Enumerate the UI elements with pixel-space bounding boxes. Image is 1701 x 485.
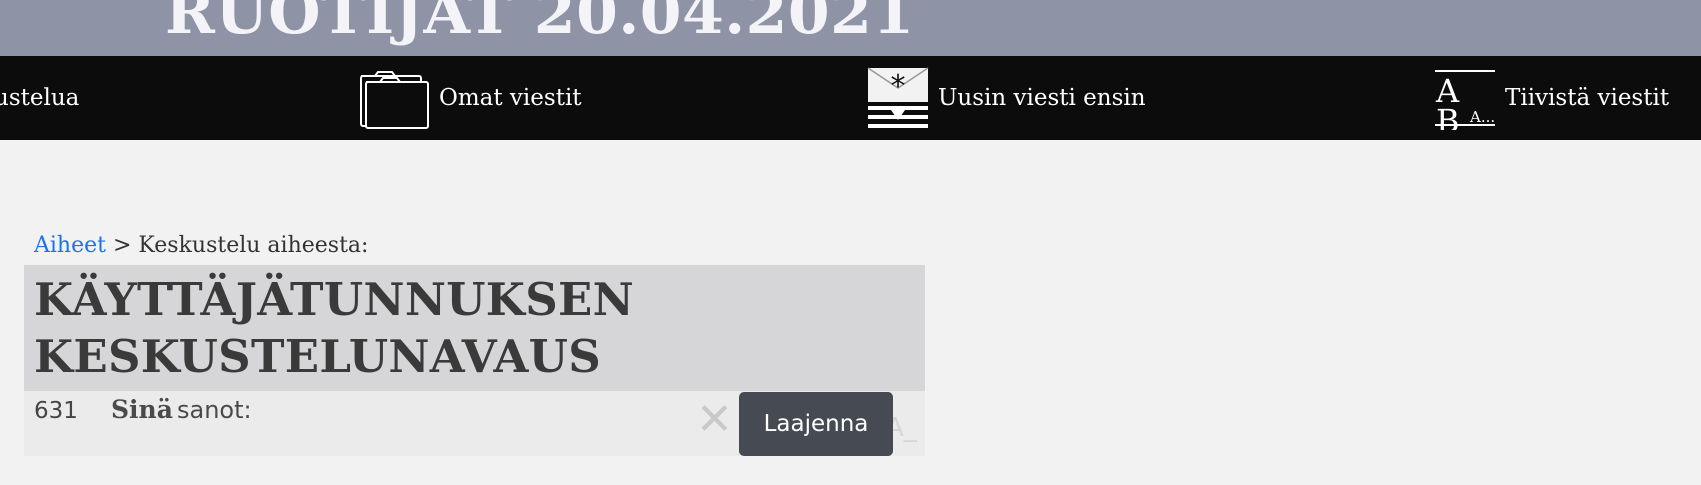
banner-title: RUOTIJAT 20.04.2021 [165,0,915,48]
topic-title-box: KÄYTTÄJÄTUNNUKSEN KESKUSTELUNAVAUS [24,265,925,391]
page-title-line-1: KÄYTTÄJÄTUNNUKSEN [34,273,635,326]
compact-messages-button[interactable]: A B A... Tiivistä viestit [1434,56,1669,140]
folder-icon [358,66,430,130]
breadcrumb-current: Keskustelu aiheesta: [138,233,369,258]
discussion-button[interactable]: ustelua [0,56,79,140]
message-says: sanot: [177,396,252,424]
breadcrumb-topics-link[interactable]: Aiheet [34,233,106,258]
newest-first-label: Uusin viesti ensin [938,85,1146,111]
compact-messages-label: Tiivistä viestit [1505,85,1670,111]
breadcrumb: Aiheet > Keskustelu aiheesta: [34,233,368,258]
newest-first-button[interactable]: * Uusin viesti ensin [867,56,1146,140]
close-icon[interactable]: ✕ [696,398,733,442]
expand-tooltip: Laajenna [739,392,893,456]
page-title-line-2: KESKUSTELUNAVAUS [34,330,602,383]
newest-first-icon: * [867,66,929,130]
svg-text:*: * [891,69,906,104]
message-author: Sinä [111,395,173,424]
own-messages-button[interactable]: Omat viestit [358,56,582,140]
own-messages-label: Omat viestit [439,85,582,111]
breadcrumb-separator: > [112,233,132,258]
message-number: 631 [34,398,78,424]
toolbar: ustelua Omat viestit * Uusin viesti ensi… [0,56,1701,140]
page-title: KÄYTTÄJÄTUNNUKSEN KESKUSTELUNAVAUS [34,271,634,385]
discussion-label: ustelua [0,85,80,111]
compact-text-icon: A B A... [1434,66,1496,130]
top-banner: RUOTIJAT 20.04.2021 [0,0,1701,56]
svg-text:A...: A... [1469,108,1495,126]
